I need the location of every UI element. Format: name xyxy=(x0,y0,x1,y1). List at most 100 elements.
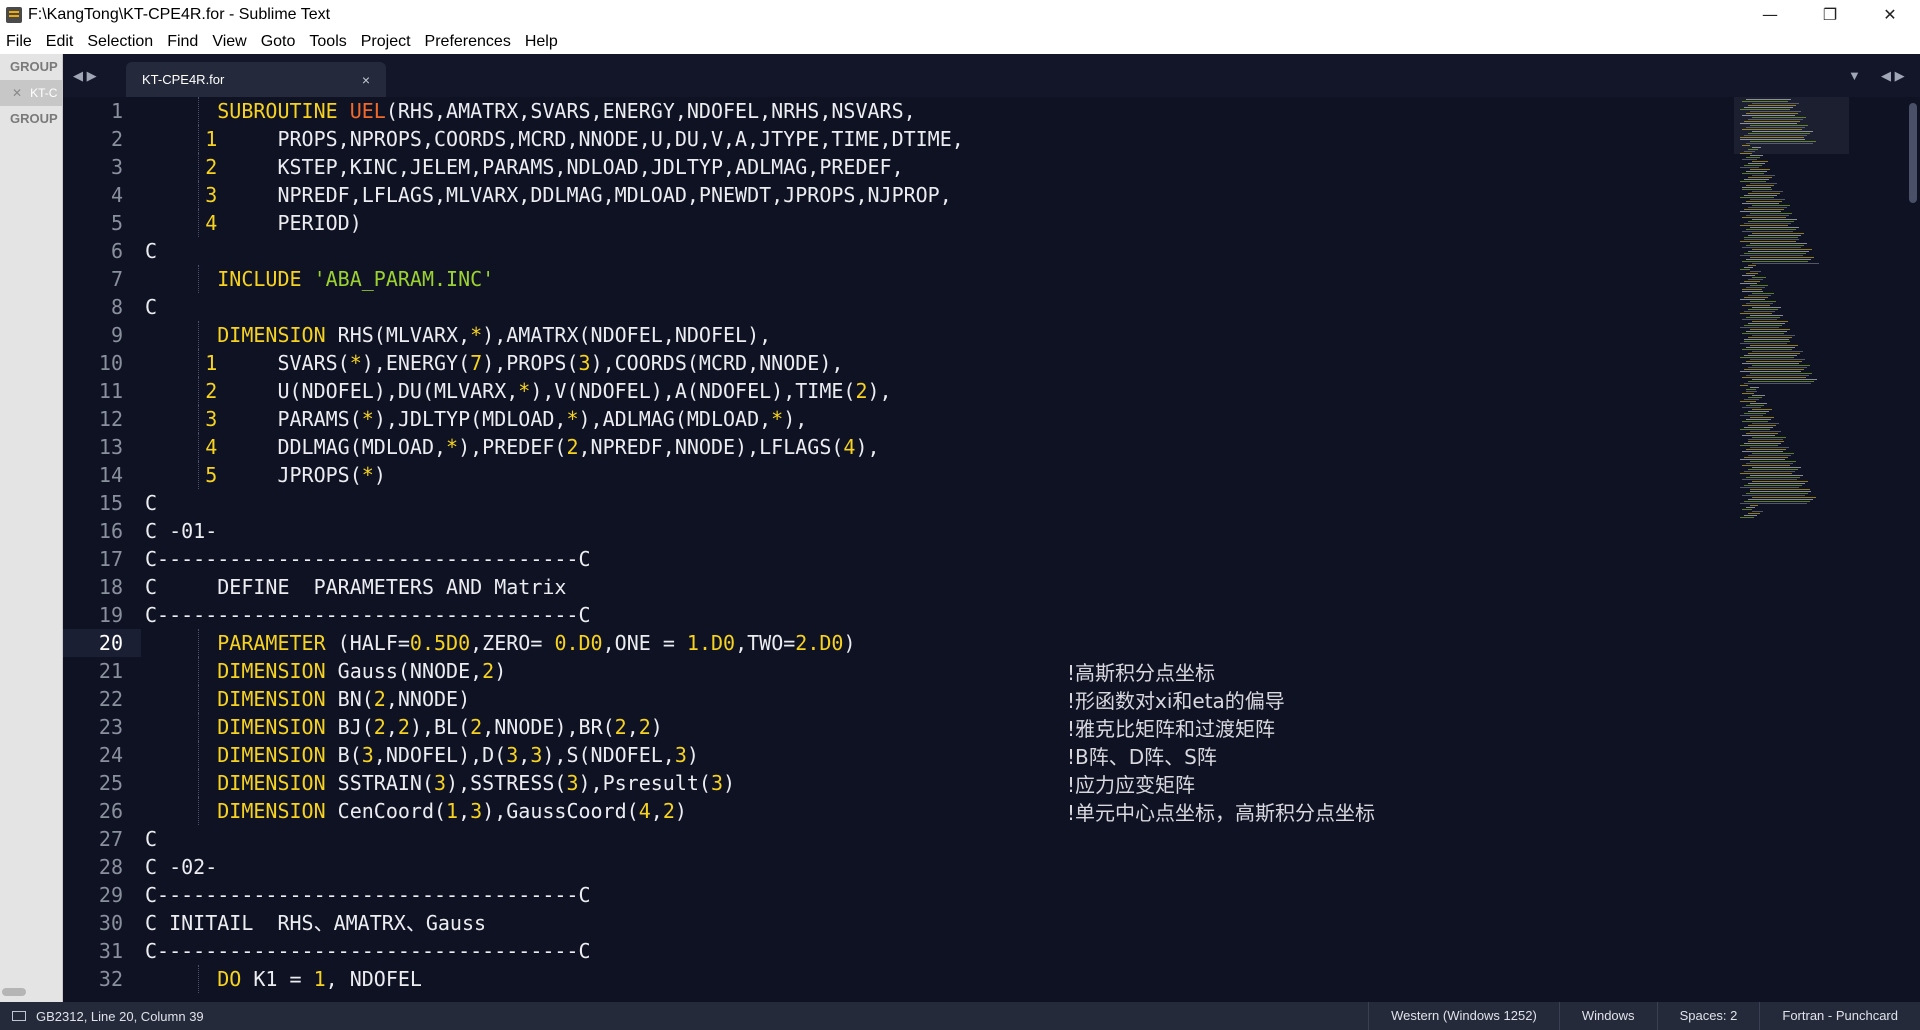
code-line[interactable]: DIMENSION B(3,NDOFEL),D(3,3),S(NDOFEL,3) xyxy=(145,741,699,769)
code-line[interactable]: 4 DDLMAG(MDLOAD,*),PREDEF(2,NPREDF,NNODE… xyxy=(145,433,879,461)
code-token-num: 2 xyxy=(397,715,410,739)
menu-preferences[interactable]: Preferences xyxy=(425,33,511,51)
code-line[interactable]: 3 PARAMS(*),JDLTYP(MDLOAD,*),ADLMAG(MDLO… xyxy=(145,405,807,433)
minimap-line xyxy=(1752,321,1788,322)
code-line[interactable]: C-----------------------------------C xyxy=(145,545,591,573)
minimap-line xyxy=(1744,281,1760,282)
minimap-line xyxy=(1752,147,1761,148)
code-editor[interactable]: 1 2 3 4 5 6 7 8 9 10 11 12 13 14 15 16 1… xyxy=(63,97,1920,1002)
tab-label: KT-CPE4R.for xyxy=(142,72,225,87)
maximize-button[interactable]: ❐ xyxy=(1800,0,1860,29)
code-line[interactable]: DO K1 = 1, NDOFEL xyxy=(145,965,422,993)
code-line[interactable]: 2 KSTEP,KINC,JELEM,PARAMS,NDLOAD,JDLTYP,… xyxy=(145,153,903,181)
code-line[interactable]: DIMENSION CenCoord(1,3),GaussCoord(4,2) xyxy=(145,797,687,825)
code-line[interactable]: C xyxy=(145,293,157,321)
code-comment[interactable]: !单元中心点坐标，高斯积分点坐标 xyxy=(1067,799,1375,827)
code-line[interactable]: SUBROUTINE UEL(RHS,AMATRX,SVARS,ENERGY,N… xyxy=(145,97,915,125)
code-line[interactable]: DIMENSION RHS(MLVARX,*),AMATRX(NDOFEL,ND… xyxy=(145,321,771,349)
code-line[interactable]: C -01- xyxy=(145,517,217,545)
minimap-line xyxy=(1742,159,1757,160)
code-line[interactable]: DIMENSION SSTRAIN(3),SSTRESS(3),Psresult… xyxy=(145,769,735,797)
code-line[interactable]: 5 JPROPS(*) xyxy=(145,461,386,489)
minimap-line xyxy=(1752,293,1774,294)
minimap-line xyxy=(1742,289,1762,290)
line-number: 5 xyxy=(110,211,123,235)
code-line[interactable]: 2 U(NDOFEL),DU(MLVARX,*),V(NDOFEL),A(NDO… xyxy=(145,377,891,405)
code-line[interactable]: C DEFINE PARAMETERS AND Matrix xyxy=(145,573,566,601)
minimap-line xyxy=(1750,417,1774,418)
status-line-endings[interactable]: Windows xyxy=(1558,1002,1657,1030)
menu-edit[interactable]: Edit xyxy=(46,33,74,51)
panel-toggle-icon[interactable] xyxy=(12,1011,26,1021)
minimap-line xyxy=(1746,287,1765,288)
tab-close-icon[interactable]: × xyxy=(362,72,370,88)
status-syntax[interactable]: Fortran - Punchcard xyxy=(1759,1002,1920,1030)
menu-tools[interactable]: Tools xyxy=(309,33,346,51)
minimap-line xyxy=(1750,285,1768,286)
code-line[interactable]: C xyxy=(145,825,157,853)
minimap-line xyxy=(1746,185,1774,186)
minimap-line xyxy=(1752,161,1768,162)
code-line[interactable]: C-----------------------------------C xyxy=(145,601,591,629)
close-window-button[interactable]: ✕ xyxy=(1860,0,1920,29)
menu-help[interactable]: Help xyxy=(525,33,558,51)
status-encoding[interactable]: Western (Windows 1252) xyxy=(1368,1002,1559,1030)
scrollbar-thumb[interactable] xyxy=(1909,103,1917,203)
code-line[interactable]: C INITAIL RHS、AMATRX、Gauss xyxy=(145,909,486,937)
menu-view[interactable]: View xyxy=(212,33,246,51)
minimap-line xyxy=(1746,347,1795,348)
menu-goto[interactable]: Goto xyxy=(261,33,296,51)
minimap-line xyxy=(1752,233,1804,234)
tab-kt-cpe4r[interactable]: KT-CPE4R.for × xyxy=(126,62,386,97)
code-line[interactable]: 1 SVARS(*),ENERGY(7),PROPS(3),COORDS(MCR… xyxy=(145,349,843,377)
code-token: , NDOFEL xyxy=(325,967,422,991)
minimap-line xyxy=(1746,303,1773,304)
minimize-button[interactable]: — xyxy=(1740,0,1800,29)
minimap-line xyxy=(1752,351,1803,352)
code-line[interactable]: C xyxy=(145,237,157,265)
minimap-line xyxy=(1752,307,1781,308)
vertical-scrollbar[interactable] xyxy=(1906,97,1920,1002)
tab-dropdown-icon[interactable]: ▼ xyxy=(1848,54,1861,97)
code-line[interactable]: PARAMETER (HALF=0.5D0,ZERO= 0.D0,ONE = 1… xyxy=(145,629,855,657)
code-token-kw: DIMENSION xyxy=(217,743,326,767)
code-line[interactable]: C xyxy=(145,489,157,517)
menu-file[interactable]: File xyxy=(6,33,32,51)
menu-selection[interactable]: Selection xyxy=(87,33,153,51)
code-token: B( xyxy=(325,743,362,767)
minimap-line xyxy=(1740,517,1754,518)
code-line[interactable]: C -02- xyxy=(145,853,217,881)
tab-nav-arrows-right[interactable]: ◀ ▶ xyxy=(1881,54,1905,97)
menu-project[interactable]: Project xyxy=(361,33,411,51)
window-title: F:\KangTong\KT-CPE4R.for - Sublime Text xyxy=(28,5,331,23)
code-token-cont: 2 xyxy=(205,379,218,403)
minimap-line xyxy=(1752,249,1812,250)
code-token-num: * xyxy=(446,435,459,459)
minimap-line xyxy=(1748,367,1807,368)
code-line[interactable]: DIMENSION BJ(2,2),BL(2,NNODE),BR(2,2) xyxy=(145,713,663,741)
code-comment[interactable]: !高斯积分点坐标 xyxy=(1067,659,1215,687)
sidebar-open-file[interactable]: ✕ KT-C xyxy=(0,80,62,106)
minimap-line xyxy=(1746,391,1757,392)
code-line[interactable]: 3 NPREDF,LFLAGS,MLVARX,DDLMAG,MDLOAD,PNE… xyxy=(145,181,952,209)
code-area[interactable]: SUBROUTINE UEL(RHS,AMATRX,SVARS,ENERGY,N… xyxy=(141,97,1801,1002)
code-comment[interactable]: !形函数对xi和eta的偏导 xyxy=(1067,687,1285,715)
code-line[interactable]: C-----------------------------------C xyxy=(145,937,591,965)
code-line[interactable]: 4 PERIOD) xyxy=(145,209,362,237)
code-line[interactable]: 1 PROPS,NPROPS,COORDS,MCRD,NNODE,U,DU,V,… xyxy=(145,125,964,153)
code-token: RHS(MLVARX, xyxy=(325,323,471,347)
code-comment[interactable]: !B阵、D阵、S阵 xyxy=(1067,743,1217,771)
tab-nav-arrows[interactable]: ◀ ▶ xyxy=(73,54,97,97)
minimap-line xyxy=(1752,379,1817,380)
minimap[interactable] xyxy=(1734,97,1914,1002)
status-indentation[interactable]: Spaces: 2 xyxy=(1656,1002,1760,1030)
code-comment[interactable]: !应力应变矩阵 xyxy=(1067,771,1195,799)
minimap-line xyxy=(1748,235,1801,236)
close-icon[interactable]: ✕ xyxy=(12,86,22,100)
code-line[interactable]: C-----------------------------------C xyxy=(145,881,591,909)
sidebar-scrollbar[interactable] xyxy=(2,988,26,996)
code-comment[interactable]: !雅克比矩阵和过渡矩阵 xyxy=(1067,715,1275,743)
menu-find[interactable]: Find xyxy=(167,33,198,51)
code-line[interactable]: DIMENSION BN(2,NNODE) xyxy=(145,685,470,713)
